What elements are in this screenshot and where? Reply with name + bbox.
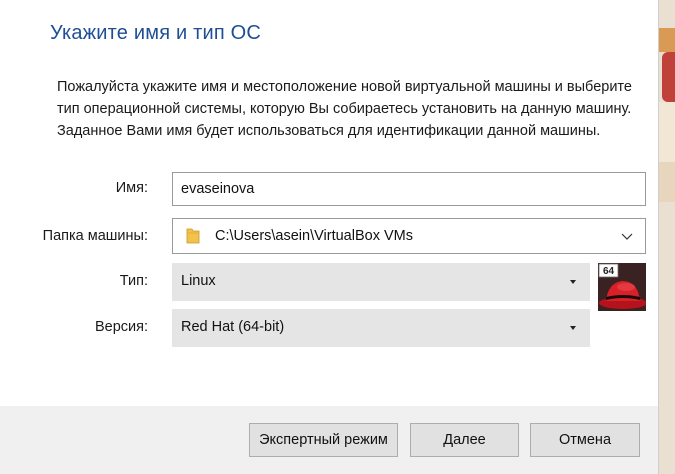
os-icon-badge: 64 bbox=[603, 266, 615, 277]
background-window-edge bbox=[659, 0, 675, 474]
dropdown-arrow-icon bbox=[570, 326, 576, 330]
version-value: Red Hat (64-bit) bbox=[181, 319, 285, 335]
next-button[interactable]: Далее bbox=[410, 423, 519, 457]
machine-folder-combo[interactable]: C:\Users\asein\VirtualBox VMs bbox=[172, 218, 646, 254]
cancel-button[interactable]: Отмена bbox=[530, 423, 640, 457]
version-select[interactable]: Red Hat (64-bit) bbox=[172, 309, 590, 347]
type-select[interactable]: Linux bbox=[172, 263, 590, 301]
create-vm-dialog: Укажите имя и тип ОС Пожалуйста укажите … bbox=[0, 0, 659, 474]
chevron-down-icon[interactable] bbox=[621, 230, 633, 242]
type-value: Linux bbox=[181, 273, 216, 289]
name-label: Имя: bbox=[115, 180, 148, 196]
description-text: Пожалуйста укажите имя и местоположение … bbox=[57, 79, 632, 139]
dropdown-arrow-icon bbox=[570, 280, 576, 284]
name-input[interactable] bbox=[172, 172, 646, 206]
folder-label: Папка машины: bbox=[42, 228, 148, 244]
version-label: Версия: bbox=[94, 319, 148, 335]
folder-icon bbox=[186, 228, 200, 244]
type-label: Тип: bbox=[119, 273, 148, 289]
page-title: Укажите имя и тип ОС bbox=[50, 22, 262, 44]
folder-path: C:\Users\asein\VirtualBox VMs bbox=[215, 228, 413, 244]
redhat-64-icon: 64 bbox=[598, 263, 646, 311]
expert-mode-button[interactable]: Экспертный режим bbox=[249, 423, 398, 457]
